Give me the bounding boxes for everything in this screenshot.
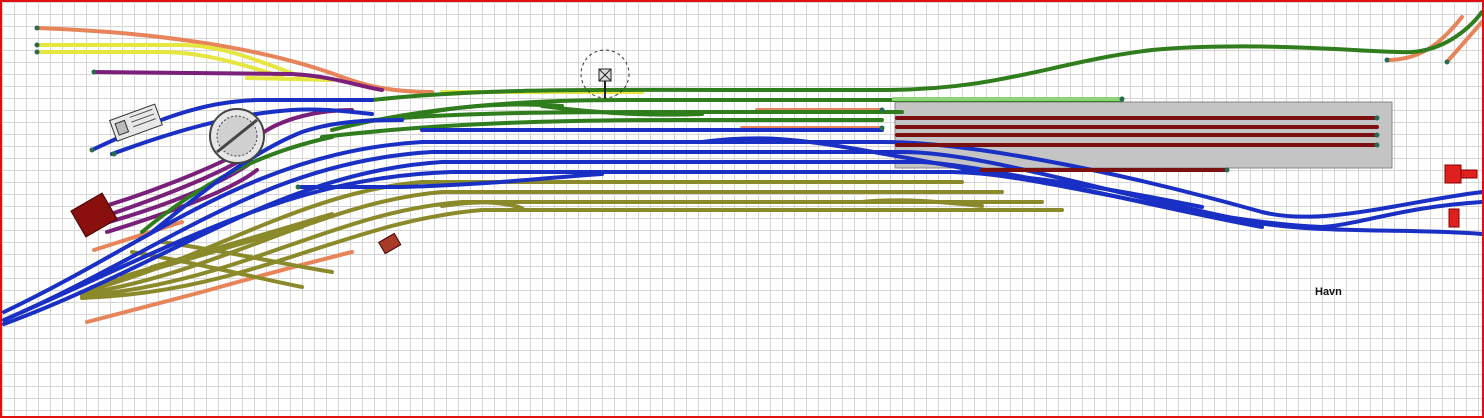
yellow-sidings — [35, 43, 644, 94]
station-label: Havn — [1315, 286, 1342, 298]
olive-freight-yard — [80, 180, 1064, 300]
signal-box-icon — [108, 103, 163, 142]
turntable-icon — [209, 108, 265, 164]
track-plan-canvas[interactable]: Havn — [0, 0, 1484, 418]
water-tower-icon — [580, 49, 630, 99]
goods-shed-icon — [378, 232, 402, 255]
track-plan-drawing — [2, 10, 1482, 326]
